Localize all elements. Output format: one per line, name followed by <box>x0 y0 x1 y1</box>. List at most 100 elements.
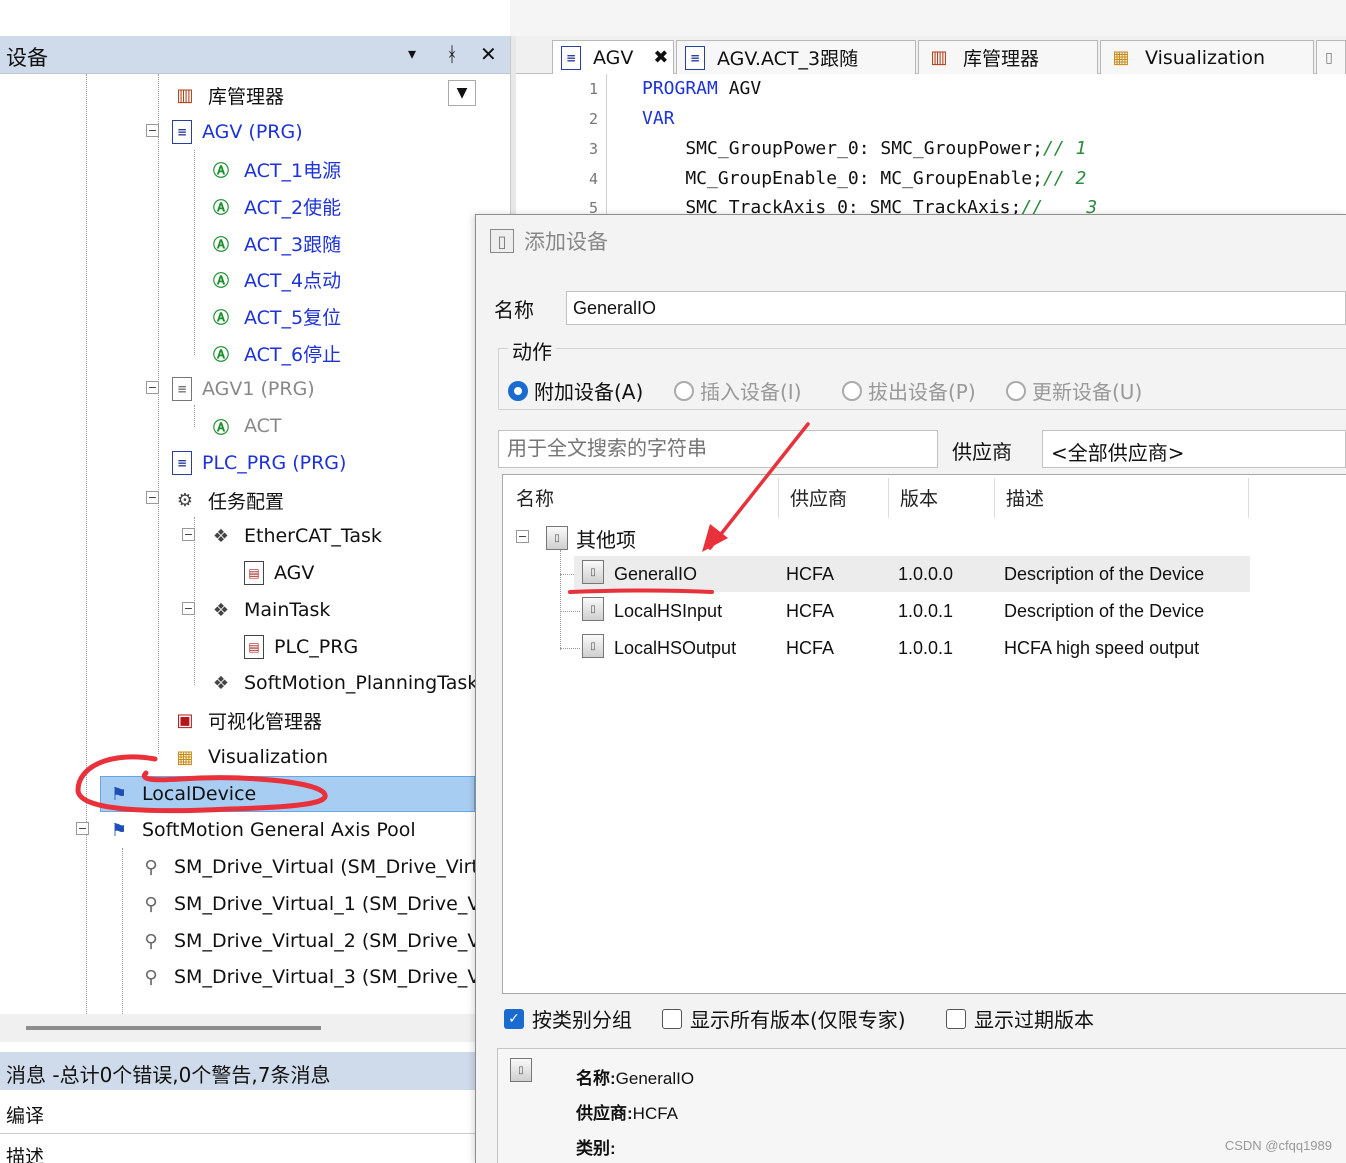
device-icon: ▯ <box>490 229 514 253</box>
show-outdated-versions-checkbox[interactable]: 显示过期版本 <box>946 1004 1094 1033</box>
collapse-task-config-button[interactable]: − <box>146 491 159 504</box>
messages-description-column[interactable]: 描述 <box>6 1142 44 1163</box>
tree-item-act-2[interactable]: Ⓐ ACT_2使能 <box>208 189 341 223</box>
column-separator[interactable] <box>1248 478 1249 518</box>
editor-gutter-border <box>606 74 607 216</box>
collapse-agv-button[interactable]: − <box>146 124 159 137</box>
checkbox-box <box>946 1008 966 1029</box>
tree-line <box>158 74 159 754</box>
tree-item-label: AGV1 (PRG) <box>202 378 315 400</box>
collapse-maintask-button[interactable]: − <box>182 602 195 615</box>
collapse-agv1-button[interactable]: − <box>146 381 159 394</box>
tree-item-agv1-prg[interactable]: ≡ AGV1 (PRG) <box>172 372 315 406</box>
column-header-name[interactable]: 名称 <box>516 484 554 511</box>
code-line-2: VAR <box>642 108 675 129</box>
check-icon: ✓ <box>504 1008 524 1029</box>
task-icon: ❖ <box>212 599 230 621</box>
column-header-version[interactable]: 版本 <box>900 484 938 511</box>
radio-label: 插入设备(I) <box>700 380 802 404</box>
tree-item-ethercat-task[interactable]: ❖ EtherCAT_Task <box>208 519 382 553</box>
tree-item-maintask-plc-prg[interactable]: ▤ PLC_PRG <box>244 630 358 664</box>
tree-item-act-4[interactable]: Ⓐ ACT_4点动 <box>208 262 341 296</box>
tab-library-manager[interactable]: ▥ 库管理器 <box>918 40 1098 74</box>
tree-item-visu-manager[interactable]: ▣ 可视化管理器 <box>172 703 322 737</box>
collapse-group-button[interactable]: − <box>516 530 529 543</box>
messages-category: 编译 <box>6 1105 45 1127</box>
tree-item-act-5[interactable]: Ⓐ ACT_5复位 <box>208 299 341 333</box>
tree-item-maintask[interactable]: ❖ MainTask <box>208 593 330 627</box>
pin-icon[interactable]: ᚼ <box>446 42 458 66</box>
tree-item-label: PLC_PRG (PRG) <box>202 452 347 474</box>
tree-item-ethercat-agv[interactable]: ▤ AGV <box>244 556 314 590</box>
tree-item-library-manager[interactable]: ▥ 库管理器 <box>172 78 284 112</box>
tree-item-label: AGV <box>274 562 315 584</box>
radio-label: 更新设备(U) <box>1032 380 1143 404</box>
radio-dot <box>842 380 862 401</box>
close-panel-button[interactable]: ✕ <box>480 42 497 66</box>
watermark: CSDN @cfqq1989 <box>1224 1138 1332 1153</box>
tree-item-drive-virtual-2[interactable]: ⚲ SM_Drive_Virtual_2 (SM_Drive_Virtu <box>138 924 512 958</box>
tree-horizontal-scrollbar[interactable] <box>0 1014 475 1042</box>
tab-visualization[interactable]: ▦ Visualization <box>1100 40 1314 74</box>
tab-agv[interactable]: ≡ AGV ✖ <box>552 40 674 74</box>
messages-header: 消息 -总计0个错误,0个警告,7条消息 <box>0 1052 475 1090</box>
tab-label: Visualization <box>1145 46 1266 69</box>
column-separator[interactable] <box>888 478 889 518</box>
messages-summary: 消息 -总计0个错误,0个警告,7条消息 <box>6 1063 331 1087</box>
group-by-category-checkbox[interactable]: ✓ 按类别分组 <box>504 1004 632 1033</box>
radio-unplug-device[interactable]: 拔出设备(P) <box>842 376 976 405</box>
tree-line <box>560 648 580 649</box>
collapse-axis-pool-button[interactable]: − <box>76 822 89 835</box>
info-vendor-key: 供应商: <box>576 1104 633 1123</box>
program-icon: ≡ <box>685 45 705 70</box>
radio-append-device[interactable]: 附加设备(A) <box>508 376 643 405</box>
tree-item-label: SM_Drive_Virtual (SM_Drive_Virtual) <box>174 856 516 878</box>
column-separator[interactable] <box>994 478 995 518</box>
column-header-description[interactable]: 描述 <box>1006 484 1044 511</box>
visu-manager-icon: ▣ <box>176 709 194 731</box>
tree-item-label: SoftMotion_PlanningTask <box>244 672 479 694</box>
tree-item-task-config[interactable]: ⚙ 任务配置 <box>172 483 284 517</box>
tree-item-act-6[interactable]: Ⓐ ACT_6停止 <box>208 336 341 370</box>
tree-item-drive-virtual-1[interactable]: ⚲ SM_Drive_Virtual_1 (SM_Drive_Virtu <box>138 887 512 921</box>
device-name[interactable]: LocalHSOutput <box>614 638 736 659</box>
vendor-select[interactable]: <全部供应商> <box>1042 430 1346 468</box>
info-category: 类别: <box>576 1134 616 1159</box>
collapse-ethercat-task-button[interactable]: − <box>182 528 195 541</box>
tree-item-label: SoftMotion General Axis Pool <box>142 819 416 841</box>
radio-update-device[interactable]: 更新设备(U) <box>1006 376 1142 405</box>
tree-item-plc-prg[interactable]: ≡ PLC_PRG (PRG) <box>172 446 346 480</box>
messages-category-select[interactable]: 编译 <box>0 1092 475 1134</box>
info-vendor-value: HCFA <box>632 1104 679 1123</box>
scrollbar-thumb[interactable] <box>26 1026 321 1030</box>
tree-item-act-3[interactable]: Ⓐ ACT_3跟随 <box>208 226 341 260</box>
device-vendor: HCFA <box>786 601 835 621</box>
axis-pool-icon: ⚑ <box>110 819 128 841</box>
tree-item-drive-virtual[interactable]: ⚲ SM_Drive_Virtual (SM_Drive_Virtual) <box>138 850 515 884</box>
tab-overflow[interactable]: ▯ <box>1316 40 1346 74</box>
library-dropdown-button[interactable]: ▼ <box>448 80 476 106</box>
tree-item-softmotion-planning-task[interactable]: ❖ SoftMotion_PlanningTask <box>208 666 478 700</box>
tree-line <box>194 150 195 355</box>
panel-menu-button[interactable]: ▾ <box>408 44 416 63</box>
tree-item-label: ACT_5复位 <box>244 306 342 329</box>
code-text: MC_GroupEnable_0: MC_GroupEnable; <box>642 168 1043 189</box>
tree-line <box>86 74 87 1014</box>
radio-insert-device[interactable]: 插入设备(I) <box>674 376 802 405</box>
tree-item-agv1-act[interactable]: Ⓐ ACT <box>208 409 282 443</box>
close-tab-icon[interactable]: ✖ <box>653 47 668 68</box>
device-version: 1.0.0.0 <box>898 564 954 584</box>
device-name-input[interactable] <box>566 291 1346 325</box>
tree-item-act-1[interactable]: Ⓐ ACT_1电源 <box>208 152 341 186</box>
device-description: Description of the Device <box>1004 564 1205 584</box>
show-all-versions-checkbox[interactable]: 显示所有版本(仅限专家) <box>662 1004 906 1033</box>
tree-item-drive-virtual-3[interactable]: ⚲ SM_Drive_Virtual_3 (SM_Drive_Virtu <box>138 960 512 994</box>
tree-item-agv-prg[interactable]: ≡ AGV (PRG) <box>172 115 303 149</box>
tab-agv-act3[interactable]: ≡ AGV.ACT_3跟随 <box>676 40 916 74</box>
code-line-4: MC_GroupEnable_0: MC_GroupEnable;// 2 <box>642 168 1086 189</box>
code-line-1: PROGRAM AGV <box>642 78 761 99</box>
line-number: 3 <box>588 140 598 158</box>
device-name[interactable]: LocalHSInput <box>614 601 722 622</box>
radio-label: 附加设备(A) <box>534 380 644 404</box>
code-line-3: SMC_GroupPower_0: SMC_GroupPower;// 1 <box>642 138 1086 159</box>
